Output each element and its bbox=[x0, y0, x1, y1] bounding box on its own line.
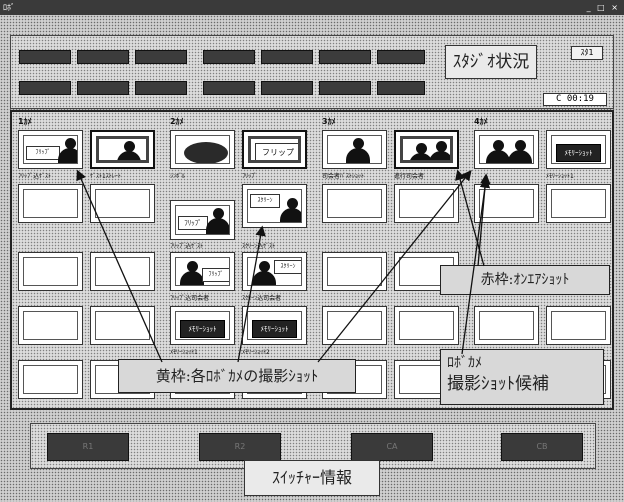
shot-caption: ｼﾝﾎﾞﾙ bbox=[170, 173, 186, 180]
shot-cell[interactable]: ﾌﾘｯﾌﾟ bbox=[170, 200, 235, 240]
screen-card: ｽｸﾘｰﾝ bbox=[250, 194, 280, 208]
switcher-button[interactable]: R1 bbox=[47, 433, 129, 461]
status-button[interactable] bbox=[203, 50, 255, 64]
shot-cell[interactable] bbox=[474, 130, 539, 169]
camera-label-2: 2ｶﾒ bbox=[170, 117, 184, 126]
status-button[interactable] bbox=[19, 50, 71, 64]
status-button[interactable] bbox=[377, 81, 425, 95]
red-frame-callout: 赤枠:ｵﾝｴｱｼｮｯﾄ bbox=[440, 265, 610, 295]
symbol-icon bbox=[184, 142, 228, 163]
robo-callout-line1: ﾛﾎﾞｶﾒ bbox=[447, 355, 482, 371]
status-button[interactable] bbox=[135, 50, 187, 64]
shot-caption: ｽｸﾘｰﾝ込司会者 bbox=[242, 295, 282, 302]
status-button[interactable] bbox=[261, 81, 313, 95]
flip-card: ﾌﾘｯﾌﾟ bbox=[202, 268, 229, 282]
shot-cell-empty[interactable] bbox=[18, 306, 83, 345]
shot-cell-onair[interactable] bbox=[394, 130, 459, 169]
studio-status-panel: ｽﾀｼﾞｵ状況 ｽﾀ1 C 00:19 bbox=[10, 35, 614, 109]
shot-cell[interactable]: ﾒﾓﾘｰｼｮｯﾄ bbox=[242, 306, 307, 345]
person-icon bbox=[206, 208, 229, 234]
shot-cell-empty[interactable] bbox=[474, 184, 539, 223]
flip-card: フリップ bbox=[255, 143, 298, 160]
shot-cell-empty[interactable] bbox=[322, 306, 387, 345]
status-button[interactable] bbox=[77, 50, 129, 64]
shot-cell[interactable]: ｽｸﾘｰﾝ bbox=[242, 184, 307, 228]
shot-caption: ｽｸﾘｰﾝ込ｹﾞｽﾄ bbox=[242, 243, 276, 250]
shot-cell[interactable]: ﾒﾓﾘｰｼｮｯﾄ bbox=[546, 130, 611, 169]
shot-cell[interactable] bbox=[90, 130, 155, 169]
person-icon bbox=[117, 141, 141, 160]
status-button[interactable] bbox=[77, 81, 129, 95]
memory-key: ﾒﾓﾘｰｼｮｯﾄ bbox=[252, 320, 297, 338]
shot-caption: 進行司会者 bbox=[394, 173, 425, 180]
shot-cell-empty[interactable] bbox=[90, 306, 155, 345]
shot-caption: 司会者ﾊﾞｽﾄｼｮｯﾄ bbox=[322, 173, 365, 180]
status-button[interactable] bbox=[319, 50, 371, 64]
window-titlebar: ﾛﾎﾞ _ □ × bbox=[0, 0, 624, 15]
switcher-button[interactable]: CA bbox=[351, 433, 433, 461]
shot-cell-empty[interactable] bbox=[474, 306, 539, 345]
status-button[interactable] bbox=[261, 50, 313, 64]
shot-caption: ﾒﾓﾘｰｼｮｯﾄ2 bbox=[242, 349, 270, 356]
memory-key: ﾒﾓﾘｰｼｮｯﾄ bbox=[180, 320, 225, 338]
shot-cell-empty[interactable] bbox=[18, 252, 83, 291]
shot-cell[interactable]: ﾌﾘｯﾌﾟ bbox=[18, 130, 83, 169]
status-button[interactable] bbox=[319, 81, 371, 95]
robo-callout-line2: 撮影ｼｮｯﾄ候補 bbox=[447, 374, 549, 394]
main-window: ｽﾀｼﾞｵ状況 ｽﾀ1 C 00:19 1ｶﾒ 2ｶﾒ 3ｶﾒ 4ｶﾒ ﾌﾘｯﾌ… bbox=[0, 15, 624, 502]
shot-cell-empty[interactable] bbox=[322, 252, 387, 291]
shot-cell-empty[interactable] bbox=[90, 252, 155, 291]
shot-caption: ﾒﾓﾘｰｼｮｯﾄ1 bbox=[170, 349, 198, 356]
switcher-button[interactable]: CB bbox=[501, 433, 583, 461]
camera-label-4: 4ｶﾒ bbox=[474, 117, 488, 126]
shot-cell-empty[interactable] bbox=[322, 184, 387, 223]
robo-camera-callout: ﾛﾎﾞｶﾒ 撮影ｼｮｯﾄ候補 bbox=[440, 349, 604, 405]
person-icon bbox=[429, 141, 450, 160]
shot-cell-empty[interactable] bbox=[546, 306, 611, 345]
shot-caption: ﾌﾘｯﾌﾟ込ｹﾞｽﾄ bbox=[18, 173, 52, 180]
yellow-frame-callout: 黄枠:各ﾛﾎﾞｶﾒの撮影ｼｮｯﾄ bbox=[118, 359, 356, 393]
studio-status-label: ｽﾀｼﾞｵ状況 bbox=[445, 45, 537, 79]
shot-caption: ﾌﾘｯﾌﾟ込ｹﾞｽﾄ bbox=[170, 243, 204, 250]
camera-label-1: 1ｶﾒ bbox=[18, 117, 32, 126]
shot-cell-empty[interactable] bbox=[546, 184, 611, 223]
switcher-button[interactable]: R2 bbox=[199, 433, 281, 461]
shot-cell[interactable]: ﾌﾘｯﾌﾟ bbox=[170, 252, 235, 291]
studio-badge[interactable]: ｽﾀ1 bbox=[571, 46, 603, 60]
shot-caption: ﾌﾘｯﾌﾟ bbox=[242, 173, 258, 180]
shot-cell-empty[interactable] bbox=[394, 306, 459, 345]
shot-cell[interactable] bbox=[322, 130, 387, 169]
shot-caption: ｹﾞｽﾄ1ｽﾄﾚｰﾄ bbox=[90, 173, 121, 180]
status-button[interactable] bbox=[19, 81, 71, 95]
person-icon bbox=[508, 140, 532, 163]
screen-card: ｽｸﾘｰﾝ bbox=[274, 260, 301, 274]
shot-caption: ﾌﾘｯﾌﾟ込司会者 bbox=[170, 295, 210, 302]
shot-cell[interactable]: ｽｸﾘｰﾝ bbox=[242, 252, 307, 291]
person-icon bbox=[58, 138, 77, 163]
flip-card: ﾌﾘｯﾌﾟ bbox=[178, 216, 208, 230]
shot-cell-empty[interactable] bbox=[18, 184, 83, 223]
shot-cell[interactable] bbox=[170, 130, 235, 169]
person-icon bbox=[180, 261, 204, 285]
window-title: ﾛﾎﾞ bbox=[3, 3, 15, 12]
status-button[interactable] bbox=[203, 81, 255, 95]
elapsed-timer: C 00:19 bbox=[543, 93, 607, 106]
flip-card: ﾌﾘｯﾌﾟ bbox=[26, 146, 60, 160]
shot-cell-empty[interactable] bbox=[394, 184, 459, 223]
person-icon bbox=[252, 261, 276, 285]
shot-cell-empty[interactable] bbox=[90, 184, 155, 223]
status-button[interactable] bbox=[135, 81, 187, 95]
switcher-info-label: ｽｲｯﾁｬｰ情報 bbox=[244, 460, 380, 496]
camera-label-3: 3ｶﾒ bbox=[322, 117, 336, 126]
window-controls[interactable]: _ □ × bbox=[587, 0, 620, 15]
shot-cell[interactable]: フリップ bbox=[242, 130, 307, 169]
status-button[interactable] bbox=[377, 50, 425, 64]
person-icon bbox=[280, 198, 301, 222]
person-icon bbox=[486, 140, 510, 163]
memory-key: ﾒﾓﾘｰｼｮｯﾄ bbox=[556, 144, 601, 162]
shot-caption: ﾒﾓﾘｰｼｮｯﾄ1 bbox=[546, 173, 574, 180]
shot-cell-empty[interactable] bbox=[18, 360, 83, 399]
shot-cell[interactable]: ﾒﾓﾘｰｼｮｯﾄ bbox=[170, 306, 235, 345]
person-icon bbox=[346, 138, 370, 163]
